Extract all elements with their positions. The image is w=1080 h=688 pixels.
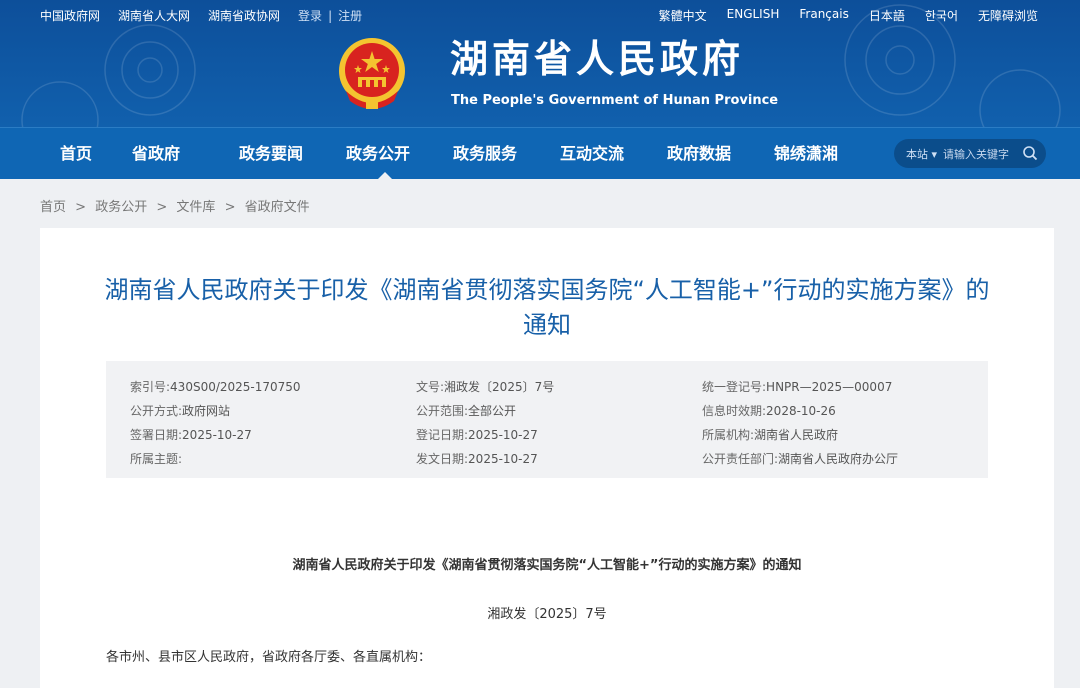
lang-french[interactable]: Français [799, 7, 848, 24]
language-links: 繁體中文 ENGLISH Français 日本語 한국어 无障碍浏览 [659, 7, 1038, 24]
login-box: 登录 | 注册 [298, 7, 362, 24]
login-separator: | [328, 8, 333, 23]
meta-row: 公开方式:政府网站 公开范围:全部公开 信息时效期:2028-10-26 [130, 402, 988, 419]
meta-responsible-department: 公开责任部门:湖南省人民政府办公厅 [702, 452, 899, 466]
national-emblem-icon [339, 38, 405, 109]
meta-row: 所属主题: 发文日期:2025-10-27 公开责任部门:湖南省人民政府办公厅 [130, 450, 988, 467]
site-title: 湖南省人民政府 [450, 37, 745, 81]
document-heading: 湖南省人民政府关于印发《湖南省贯彻落实国务院“人工智能+”行动的实施方案》的通知 [292, 558, 802, 573]
meta-disclosure-method: 公开方式:政府网站 [130, 404, 231, 418]
lang-traditional-chinese[interactable]: 繁體中文 [659, 7, 707, 24]
nav-government-news[interactable]: 政务要闻 [239, 128, 346, 179]
nav-government-data[interactable]: 政府数据 [667, 128, 774, 179]
breadcrumb-provincial-documents[interactable]: 省政府文件 [245, 200, 310, 215]
meta-registration-date: 登记日期:2025-10-27 [416, 428, 538, 442]
nav-provincial-government[interactable]: 省政府 [132, 128, 239, 179]
breadcrumb-disclosure[interactable]: 政务公开 [95, 200, 147, 215]
search-scope-select[interactable]: 本站 ▾ [894, 146, 937, 162]
lang-japanese[interactable]: 日本語 [869, 7, 905, 24]
meta-issuing-agency: 所属机构:湖南省人民政府 [702, 428, 839, 442]
article-card: 湖南省人民政府关于印发《湖南省贯彻落实国务院“人工智能+”行动的实施方案》的通知… [40, 228, 1054, 688]
lang-english[interactable]: ENGLISH [727, 7, 780, 24]
meta-document-number: 文号:湘政发〔2025〕7号 [416, 380, 555, 394]
meta-row: 索引号:430S00/2025-170750 文号:湘政发〔2025〕7号 统一… [130, 378, 988, 395]
nav-government-affairs-disclosure[interactable]: 政务公开 [346, 128, 453, 179]
breadcrumb: 首页 > 政务公开 > 文件库 > 省政府文件 [0, 179, 1080, 215]
search-box[interactable]: 本站 ▾ 请输入关键字 [894, 139, 1046, 168]
document-metadata: 索引号:430S00/2025-170750 文号:湘政发〔2025〕7号 统一… [106, 361, 988, 478]
nav-interaction[interactable]: 互动交流 [560, 128, 667, 179]
article-title: 湖南省人民政府关于印发《湖南省贯彻落实国务院“人工智能+”行动的实施方案》的通知 [104, 276, 990, 339]
meta-index-number: 索引号:430S00/2025-170750 [130, 380, 301, 394]
breadcrumb-document-library[interactable]: 文件库 [176, 200, 215, 215]
meta-disclosure-scope: 公开范围:全部公开 [416, 404, 517, 418]
meta-issue-date: 发文日期:2025-10-27 [416, 452, 538, 466]
nav-home[interactable]: 首页 [40, 128, 132, 179]
link-hunan-npc[interactable]: 湖南省人大网 [118, 7, 190, 24]
main-nav: 首页 省政府 政务要闻 政务公开 政务服务 互动交流 政府数据 锦绣潇湘 本站 … [0, 127, 1080, 179]
meta-row: 签署日期:2025-10-27 登记日期:2025-10-27 所属机构:湖南省… [130, 426, 988, 443]
link-hunan-cppcc[interactable]: 湖南省政协网 [208, 7, 280, 24]
meta-registration-number: 统一登记号:HNPR—2025—00007 [702, 380, 893, 394]
top-links: 中国政府网 湖南省人大网 湖南省政协网 登录 | 注册 [40, 7, 362, 24]
lang-korean[interactable]: 한국어 [925, 7, 958, 24]
breadcrumb-separator: > [224, 200, 236, 215]
document-number: 湘政发〔2025〕7号 [487, 607, 607, 622]
meta-signing-date: 签署日期:2025-10-27 [130, 428, 252, 442]
register-link[interactable]: 注册 [338, 7, 362, 24]
header-banner: 中国政府网 湖南省人大网 湖南省政协网 登录 | 注册 繁體中文 ENGLISH… [0, 0, 1080, 127]
accessibility-link[interactable]: 无障碍浏览 [978, 7, 1038, 24]
meta-subject: 所属主题: [130, 452, 183, 466]
nav-government-services[interactable]: 政务服务 [453, 128, 560, 179]
site-subtitle: The People's Government of Hunan Provinc… [451, 93, 779, 108]
meta-validity-date: 信息时效期:2028-10-26 [702, 404, 836, 418]
search-input[interactable]: 请输入关键字 [943, 146, 1009, 162]
breadcrumb-separator: > [75, 200, 87, 215]
breadcrumb-home[interactable]: 首页 [40, 200, 66, 215]
nav-hunan-scenery[interactable]: 锦绣潇湘 [774, 128, 881, 179]
document-greeting: 各市州、县市区人民政府，省政府各厅委、各直属机构： [106, 650, 432, 665]
search-icon[interactable] [1022, 145, 1038, 161]
link-gov-cn[interactable]: 中国政府网 [40, 7, 100, 24]
login-link[interactable]: 登录 [298, 7, 322, 24]
breadcrumb-separator: > [156, 200, 168, 215]
